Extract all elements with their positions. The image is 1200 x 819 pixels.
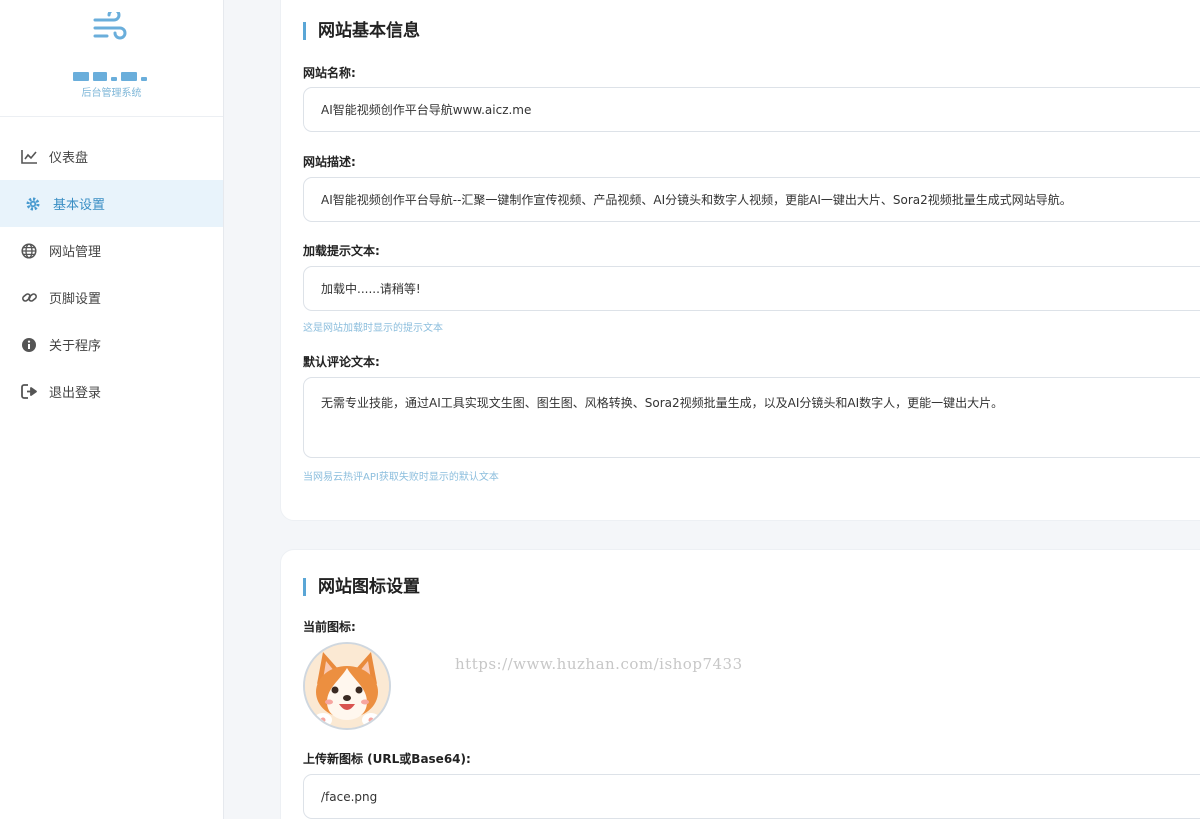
gear-icon [24,195,42,213]
corgi-face-icon [305,644,389,728]
info-icon [20,336,38,354]
logout-icon [20,383,38,401]
default-comment-label: 默认评论文本: [303,355,380,369]
sidebar: 后台管理系统 仪表盘 基本设置 网站管理 页脚设置 关于程序 退出登录 [0,0,224,819]
sidebar-item-label: 页脚设置 [49,292,102,307]
loading-text-hint: 这是网站加载时显示的提示文本 [303,323,443,334]
sidebar-item-label: 仪表盘 [49,151,89,166]
sidebar-item-site-management[interactable]: 网站管理 [0,227,223,274]
brand-subtitle: 后台管理系统 [81,88,142,99]
upload-icon-label: 上传新图标 (URL或Base64): [303,752,471,766]
globe-icon [20,242,38,260]
site-name-label: 网站名称: [303,66,356,80]
sidebar-item-label: 基本设置 [53,198,106,213]
basic-info-title: 网站基本信息 [303,22,420,40]
sidebar-item-dashboard[interactable]: 仪表盘 [0,133,223,180]
sidebar-item-label: 退出登录 [49,386,102,401]
current-icon-label: 当前图标: [303,620,356,634]
sidebar-item-logout[interactable]: 退出登录 [0,368,223,415]
loading-text-label: 加载提示文本: [303,244,380,258]
icon-settings-title: 网站图标设置 [303,578,420,596]
link-icon [20,289,38,307]
sidebar-item-basic-settings[interactable]: 基本设置 [0,180,223,227]
site-desc-label: 网站描述: [303,155,356,169]
site-desc-input[interactable]: AI智能视频创作平台导航--汇聚一键制作宣传视频、产品视频、AI分镜头和数字人视… [303,177,1200,222]
current-icon-avatar [303,642,391,730]
watermark-text: https://www.huzhan.com/ishop7433 [455,655,743,673]
sidebar-item-footer-settings[interactable]: 页脚设置 [0,274,223,321]
wind-logo-icon [93,12,127,40]
brand-name-blurred [60,66,164,81]
icon-settings-card: 网站图标设置 当前图标: 上传新图标 (URL或Base64): /face.p… [280,549,1200,819]
sidebar-item-label: 网站管理 [49,245,102,260]
basic-info-card: 网站基本信息 网站名称: AI智能视频创作平台导航www.aicz.me 网站描… [280,0,1200,521]
default-comment-hint: 当网易云热评API获取失败时显示的默认文本 [303,472,499,483]
sidebar-item-about[interactable]: 关于程序 [0,321,223,368]
site-name-input[interactable]: AI智能视频创作平台导航www.aicz.me [303,87,1200,132]
brand: 后台管理系统 [0,0,223,117]
upload-icon-input[interactable]: /face.png [303,774,1200,819]
sidebar-item-label: 关于程序 [49,339,102,354]
default-comment-textarea[interactable]: 无需专业技能，通过AI工具实现文生图、图生图、风格转换、Sora2视频批量生成，… [303,377,1200,458]
chart-line-icon [20,148,38,166]
loading-text-input[interactable]: 加载中......请稍等! [303,266,1200,311]
sidebar-nav: 仪表盘 基本设置 网站管理 页脚设置 关于程序 退出登录 [0,133,223,415]
main-content: 网站基本信息 网站名称: AI智能视频创作平台导航www.aicz.me 网站描… [252,0,1200,819]
